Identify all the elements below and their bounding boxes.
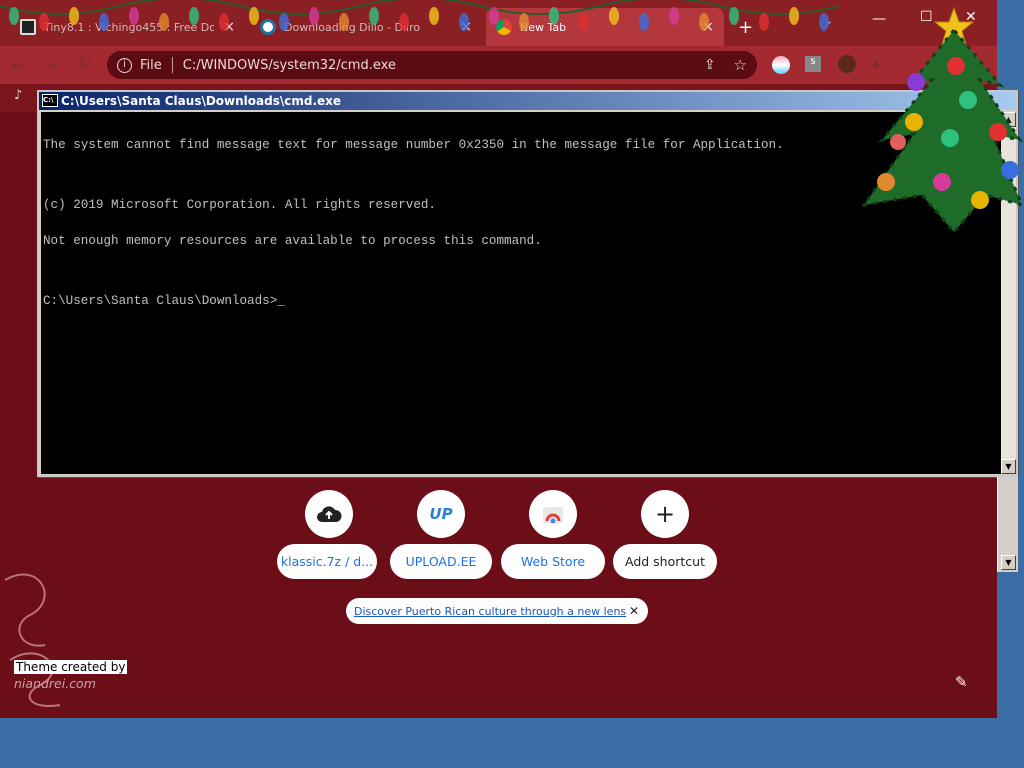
address-bar[interactable]: i File C:/WINDOWS/system32/cmd.exe ⇪ ☆ <box>107 51 757 79</box>
bookmark-star-icon[interactable]: ☆ <box>734 56 747 74</box>
forward-arrow-icon[interactable]: → <box>44 56 57 75</box>
web-store-icon <box>529 490 577 538</box>
archive-favicon-icon <box>20 19 36 35</box>
tab-search-chevron-icon[interactable]: ⌄ <box>824 14 833 27</box>
info-icon[interactable]: i <box>117 57 132 73</box>
shortcut-label[interactable]: UPLOAD.EE <box>390 544 492 579</box>
customize-pencil-icon[interactable]: ✎ <box>955 673 968 691</box>
scroll-down-icon[interactable]: ▼ <box>1001 459 1016 474</box>
reload-icon[interactable]: ↻ <box>78 54 92 74</box>
up-logo-icon: UP <box>417 490 465 538</box>
extension-flag-icon[interactable] <box>772 56 790 74</box>
theme-credit-label: Theme created by <box>14 660 128 674</box>
shortcut-label[interactable]: klassic.7z / d... <box>277 544 377 579</box>
console-prompt: C:\Users\Santa Claus\Downloads> <box>43 294 278 308</box>
promo-banner: Discover Puerto Rican culture through a … <box>346 598 648 624</box>
cmd-console[interactable]: The system cannot find message text for … <box>41 112 1001 474</box>
theme-credit: Theme created by niandrei.com <box>14 660 128 691</box>
cmd-app-icon: C:\ <box>42 94 58 107</box>
promo-close-icon[interactable]: ✕ <box>629 604 639 618</box>
tab-dillo[interactable]: Downloading Dillo - Diiro × <box>250 8 482 46</box>
cmd-title: C:\Users\Santa Claus\Downloads\cmd.exe <box>61 94 342 108</box>
tab-strip: Tiny8.1 : Vichingo455 : Free Down × Down… <box>0 0 997 46</box>
tab-close-icon[interactable]: × <box>702 19 714 35</box>
console-line: Not enough memory resources are availabl… <box>43 234 542 248</box>
url-text[interactable]: C:/WINDOWS/system32/cmd.exe <box>183 58 396 73</box>
shortcut-label[interactable]: Add shortcut <box>613 544 717 579</box>
cmd-window-overflow-scrollbar[interactable]: ▼ <box>997 477 1018 572</box>
promo-link[interactable]: Discover Puerto Rican culture through a … <box>354 605 626 618</box>
share-icon[interactable]: ⇪ <box>704 57 716 73</box>
tab-label: Downloading Dillo - Diiro <box>284 20 421 34</box>
wordpress-favicon-icon <box>260 19 276 35</box>
upload-cloud-icon <box>305 490 353 538</box>
tab-close-icon[interactable]: × <box>223 19 235 35</box>
chrome-favicon-icon <box>496 19 512 35</box>
tab-tiny81[interactable]: Tiny8.1 : Vichingo455 : Free Down × <box>10 8 245 46</box>
new-tab-button[interactable]: + <box>738 17 753 38</box>
extension-s-icon[interactable]: s <box>805 56 821 72</box>
tab-close-icon[interactable]: × <box>460 19 472 35</box>
console-cursor: _ <box>277 294 285 308</box>
plus-icon: + <box>641 490 689 538</box>
console-line: The system cannot find message text for … <box>43 138 784 152</box>
shortcut-label[interactable]: Web Store <box>501 544 605 579</box>
swirl-decoration <box>4 573 61 707</box>
christmas-tree-decoration <box>862 6 1024 235</box>
tab-label: New Tab <box>520 20 567 34</box>
scheme-label: File <box>140 57 162 73</box>
profile-avatar[interactable] <box>838 55 856 73</box>
console-line: (c) 2019 Microsoft Corporation. All righ… <box>43 198 436 212</box>
theme-credit-link[interactable]: niandrei.com <box>14 676 127 691</box>
tab-new-tab[interactable]: New Tab × <box>486 8 724 46</box>
tab-label: Tiny8.1 : Vichingo455 : Free Down <box>44 20 214 34</box>
bookmark-mic-icon[interactable]: ♪ <box>14 88 22 103</box>
scroll-down-icon[interactable]: ▼ <box>1001 555 1016 570</box>
back-arrow-icon[interactable]: ← <box>12 56 25 75</box>
